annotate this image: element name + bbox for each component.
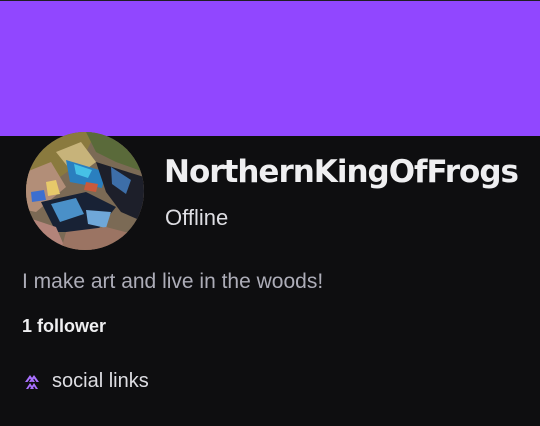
channel-bio: I make art and live in the woods! bbox=[22, 270, 324, 293]
avatar-artwork bbox=[26, 132, 144, 250]
double-chevron-up-icon bbox=[22, 371, 42, 391]
channel-name[interactable]: NorthernKingOfFrogs bbox=[164, 154, 519, 190]
profile-banner bbox=[0, 1, 540, 136]
live-status: Offline bbox=[165, 205, 229, 230]
social-links-label: social links bbox=[52, 369, 149, 392]
profile-card: NorthernKingOfFrogs Offline I make art a… bbox=[0, 0, 540, 426]
social-links-button[interactable]: social links bbox=[22, 368, 149, 394]
follower-count: 1 follower bbox=[22, 316, 107, 336]
avatar[interactable] bbox=[26, 132, 144, 250]
